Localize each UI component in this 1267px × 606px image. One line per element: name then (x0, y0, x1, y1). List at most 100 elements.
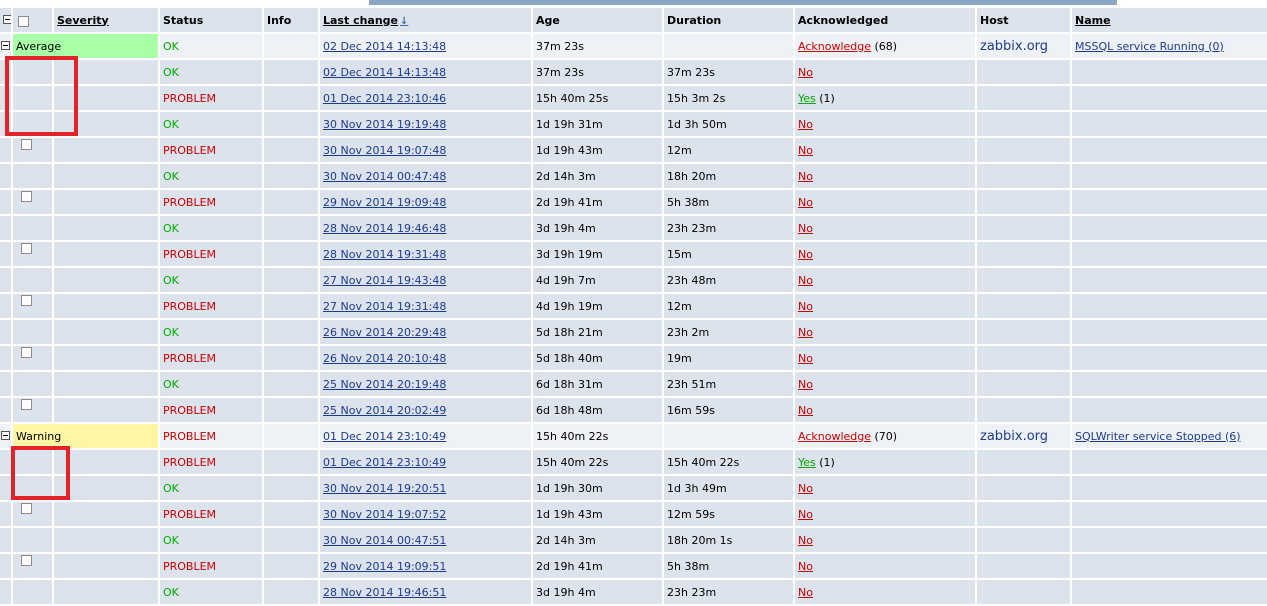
collapse-icon[interactable] (1, 40, 10, 50)
event-age-cell: 1d 19h 31m (533, 112, 662, 136)
event-checkbox[interactable] (21, 295, 32, 306)
event-time-link[interactable]: 01 Dec 2014 23:10:49 (323, 456, 446, 469)
event-host-cell (977, 320, 1070, 344)
collapse-icon[interactable] (1, 430, 10, 440)
expand-toggle[interactable] (0, 34, 11, 58)
event-host-cell (977, 450, 1070, 474)
event-time-link[interactable]: 28 Nov 2014 19:46:51 (323, 586, 446, 599)
col-status: Status (160, 8, 262, 32)
event-severity-cell (54, 294, 158, 318)
event-checkbox[interactable] (21, 347, 32, 358)
acknowledge-link[interactable]: Acknowledge (798, 430, 871, 443)
event-time-cell: 27 Nov 2014 19:31:48 (320, 294, 531, 318)
event-ack-cell: No (795, 476, 975, 500)
ack-no-link[interactable]: No (798, 482, 813, 495)
event-time-link[interactable]: 28 Nov 2014 19:31:48 (323, 248, 446, 261)
event-duration-cell: 16m 59s (664, 398, 793, 422)
event-time-link[interactable]: 30 Nov 2014 19:07:52 (323, 508, 446, 521)
trigger-name-link[interactable]: SQLWriter service Stopped (6) (1075, 430, 1241, 443)
event-time-link[interactable]: 29 Nov 2014 19:09:48 (323, 196, 446, 209)
event-spacer (0, 138, 11, 162)
event-time-link[interactable]: 25 Nov 2014 20:19:48 (323, 378, 446, 391)
ack-no-link[interactable]: No (798, 352, 813, 365)
event-time-link[interactable]: 01 Dec 2014 23:10:46 (323, 92, 446, 105)
event-info-cell (264, 554, 318, 578)
ack-no-link[interactable]: No (798, 274, 813, 287)
event-age-cell: 6d 18h 48m (533, 398, 662, 422)
event-duration-cell: 1d 3h 49m (664, 476, 793, 500)
ack-no-link[interactable]: No (798, 300, 813, 313)
event-time-link[interactable]: 30 Nov 2014 00:47:48 (323, 170, 446, 183)
trigger-name-link[interactable]: MSSQL service Running (0) (1075, 40, 1224, 53)
col-last-change[interactable]: Last change ↓ (320, 8, 531, 32)
event-status-cell: OK (160, 580, 262, 604)
event-time-link[interactable]: 27 Nov 2014 19:43:48 (323, 274, 446, 287)
event-time-cell: 29 Nov 2014 19:09:48 (320, 190, 531, 214)
col-severity-label[interactable]: Severity (57, 14, 109, 27)
event-age-cell: 2d 19h 41m (533, 554, 662, 578)
event-time-link[interactable]: 30 Nov 2014 19:07:48 (323, 144, 446, 157)
col-last-change-label[interactable]: Last change (323, 14, 398, 27)
event-time-link[interactable]: 30 Nov 2014 19:20:51 (323, 482, 446, 495)
event-checkbox[interactable] (21, 139, 32, 150)
col-name-label[interactable]: Name (1075, 14, 1111, 27)
event-status: PROBLEM (163, 143, 217, 157)
event-ack-cell: No (795, 294, 975, 318)
name-cell: SQLWriter service Stopped (6) (1072, 424, 1267, 448)
ack-no-link[interactable]: No (798, 378, 813, 391)
ack-no-link[interactable]: No (798, 248, 813, 261)
event-time-link[interactable]: 28 Nov 2014 19:46:48 (323, 222, 446, 235)
event-checkbox[interactable] (21, 191, 32, 202)
ack-yes-link[interactable]: Yes (798, 92, 816, 105)
event-checkbox[interactable] (21, 243, 32, 254)
event-ack-cell: No (795, 268, 975, 292)
event-time-link[interactable]: 27 Nov 2014 19:31:48 (323, 300, 446, 313)
ack-no-link[interactable]: No (798, 508, 813, 521)
ack-no-link[interactable]: No (798, 534, 813, 547)
ack-no-link[interactable]: No (798, 560, 813, 573)
event-checkbox[interactable] (21, 399, 32, 410)
col-severity[interactable]: Severity (54, 8, 158, 32)
event-host-cell (977, 60, 1070, 84)
event-time-link[interactable]: 30 Nov 2014 19:19:48 (323, 118, 446, 131)
expand-toggle[interactable] (0, 424, 11, 448)
acknowledged-cell: Acknowledge (68) (795, 34, 975, 58)
ack-no-link[interactable]: No (798, 326, 813, 339)
event-spacer (0, 268, 11, 292)
event-time-link[interactable]: 02 Dec 2014 14:13:48 (323, 66, 446, 79)
ack-no-link[interactable]: No (798, 144, 813, 157)
event-time-link[interactable]: 25 Nov 2014 20:02:49 (323, 404, 446, 417)
event-spacer (0, 164, 11, 188)
event-duration-cell: 18h 20m 1s (664, 528, 793, 552)
event-age: 4d 19h 7m (536, 273, 596, 287)
ack-no-link[interactable]: No (798, 222, 813, 235)
acknowledge-link[interactable]: Acknowledge (798, 40, 871, 53)
ack-no-link[interactable]: No (798, 66, 813, 79)
collapse-icon[interactable] (3, 14, 11, 24)
ack-no-link[interactable]: No (798, 404, 813, 417)
status-cell: OK (160, 34, 262, 58)
event-row: PROBLEM 30 Nov 2014 19:07:52 1d 19h 43m 12m… (0, 502, 1267, 526)
ack-yes-link[interactable]: Yes (798, 456, 816, 469)
col-name[interactable]: Name (1072, 8, 1267, 32)
event-select-cell (13, 346, 52, 370)
event-time-link[interactable]: 26 Nov 2014 20:29:48 (323, 326, 446, 339)
last-change-link[interactable]: 01 Dec 2014 23:10:49 (323, 430, 446, 443)
ack-no-link[interactable]: No (798, 170, 813, 183)
event-checkbox[interactable] (21, 555, 32, 566)
event-time-link[interactable]: 30 Nov 2014 00:47:51 (323, 534, 446, 547)
event-time-link[interactable]: 29 Nov 2014 19:09:51 (323, 560, 446, 573)
last-change-link[interactable]: 02 Dec 2014 14:13:48 (323, 40, 446, 53)
ack-no-link[interactable]: No (798, 196, 813, 209)
col-acknowledged: Acknowledged (795, 8, 975, 32)
event-info-cell (264, 86, 318, 110)
expand-all-toggle[interactable] (0, 8, 11, 32)
select-all-checkbox[interactable] (18, 15, 29, 27)
event-status-cell: PROBLEM (160, 242, 262, 266)
event-name-cell (1072, 294, 1267, 318)
event-spacer (0, 242, 11, 266)
ack-no-link[interactable]: No (798, 586, 813, 599)
ack-no-link[interactable]: No (798, 118, 813, 131)
event-time-link[interactable]: 26 Nov 2014 20:10:48 (323, 352, 446, 365)
event-checkbox[interactable] (21, 503, 32, 514)
